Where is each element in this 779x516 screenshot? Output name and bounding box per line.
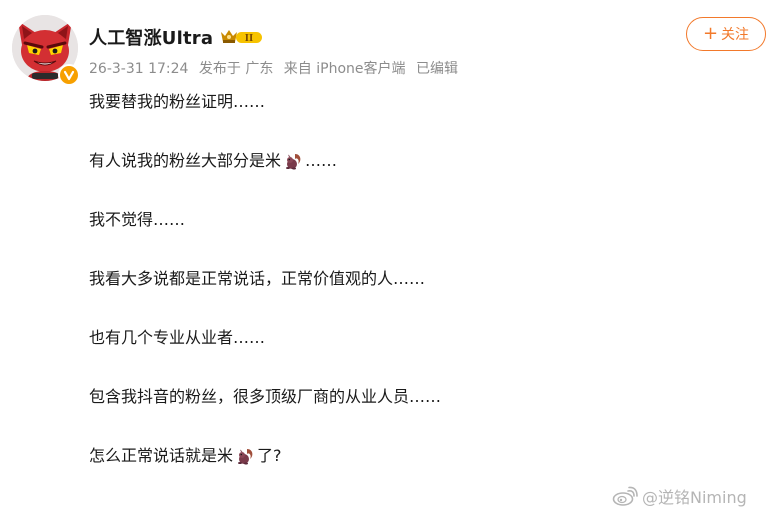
post-line-7-start: 怎么正常说话就是米 <box>89 446 234 465</box>
follow-label: 关注 <box>721 27 750 43</box>
post-line-2: 有人说我的粉丝大部分是米 …… <box>89 149 749 173</box>
weibo-logo-icon <box>612 486 638 506</box>
watermark-text: @逆铭Niming <box>642 488 747 507</box>
crown-icon: II <box>221 30 263 44</box>
username[interactable]: 人工智涨Ultra <box>89 24 213 50</box>
post-line-7-end: 了? <box>257 446 282 465</box>
vip-level-label: II <box>245 34 253 44</box>
post-edited-label[interactable]: 已编辑 <box>416 61 458 77</box>
squirrel-emoji-icon <box>286 154 301 170</box>
squirrel-emoji-icon <box>238 449 253 465</box>
post-line-4: 我看大多说都是正常说话，正常价值观的人…… <box>89 269 426 288</box>
orange-verified-v-icon <box>58 64 80 86</box>
post-line-7: 怎么正常说话就是米 了? <box>89 444 749 468</box>
post-line-5: 也有几个专业从业者…… <box>89 328 266 347</box>
post-line-2-start: 有人说我的粉丝大部分是米 <box>89 151 282 170</box>
post-meta: 26-3-31 17:24 发布于 广东 来自 iPhone客户端 已编辑 <box>89 58 464 78</box>
post-line-2-end: …… <box>305 151 338 170</box>
post-location: 发布于 广东 <box>198 61 274 77</box>
weibo-post: 人工智涨Ultra II 26-3-31 17:24 发布于 广东 来自 iPh… <box>0 0 779 516</box>
post-content: 我要替我的粉丝证明…… 有人说我的粉丝大部分是米 …… 我不觉得…… 我看大多说… <box>89 90 749 468</box>
username-row: 人工智涨Ultra II <box>89 24 265 50</box>
post-line-1: 我要替我的粉丝证明…… <box>89 92 266 111</box>
post-line-6: 包含我抖音的粉丝，很多顶级厂商的从业人员…… <box>89 387 442 406</box>
plus-icon: + <box>702 23 719 44</box>
watermark: @逆铭Niming <box>612 484 747 508</box>
follow-button[interactable]: + 关注 <box>686 17 766 51</box>
vip-crown-badge[interactable]: II <box>219 28 265 46</box>
post-line-3: 我不觉得…… <box>89 210 186 229</box>
post-date[interactable]: 26-3-31 17:24 <box>89 61 188 77</box>
post-source: 来自 iPhone客户端 <box>283 61 406 77</box>
